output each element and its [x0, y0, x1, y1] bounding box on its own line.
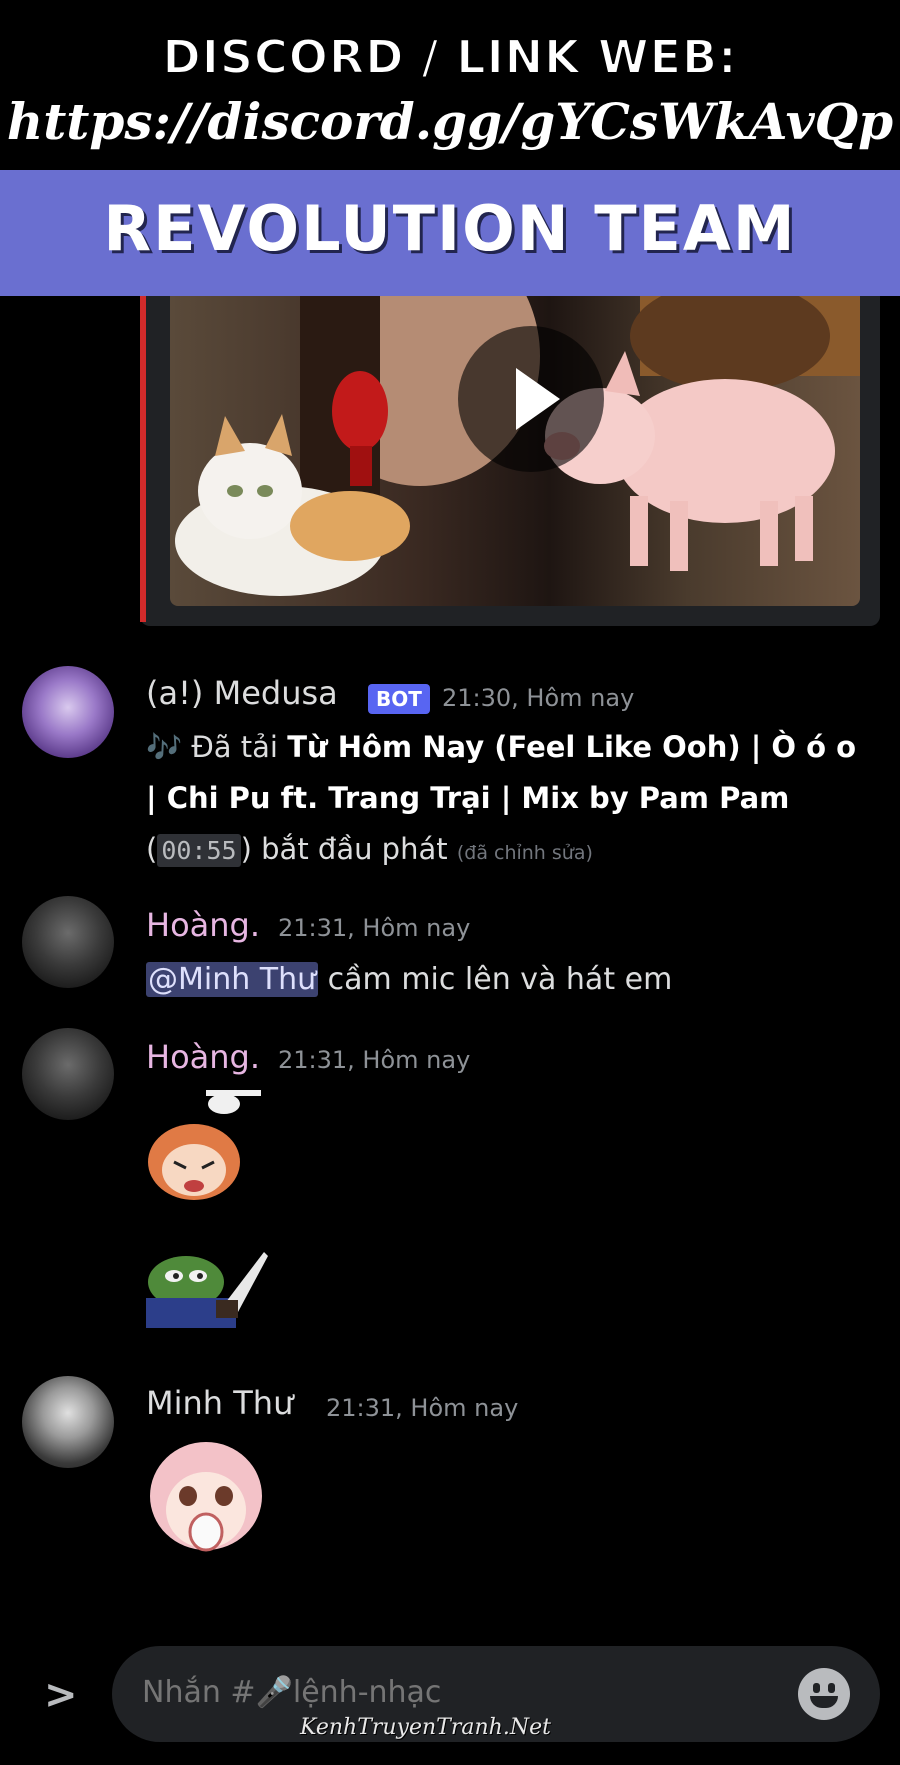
emoji-icon[interactable]: [798, 1668, 850, 1720]
play-button[interactable]: [458, 326, 604, 472]
avatar[interactable]: [22, 1376, 114, 1468]
message-hoang-2: Hoàng. 21:31, Hôm nay: [0, 1026, 900, 1328]
team-banner: REVOLUTION TEAM: [0, 170, 900, 296]
anime-girl-sticker[interactable]: [146, 1090, 266, 1200]
bot-badge: BOT: [368, 684, 430, 714]
watermark: KenhTruyenTranh.Net: [300, 1715, 551, 1740]
music-prefix: 🎶 Đã tải: [146, 730, 288, 764]
message-medusa: (a!) Medusa BOT 21:30, Hôm nay 🎶 Đã tải …: [0, 662, 900, 872]
video-embed: [140, 296, 880, 626]
avatar[interactable]: [22, 1028, 114, 1120]
edited-label: (đã chỉnh sửa): [456, 842, 593, 864]
duration-code: 00:55: [157, 834, 241, 867]
video-thumbnail[interactable]: [170, 296, 860, 606]
message-text: 🎶 Đã tải Từ Hôm Nay (Feel Like Ooh) | Ò …: [146, 730, 857, 867]
expand-chevron-icon[interactable]: >: [44, 1672, 78, 1718]
team-title: REVOLUTION TEAM: [103, 192, 797, 265]
message-body: cầm mic lên và hát em: [318, 962, 673, 997]
username[interactable]: Hoàng.: [146, 1038, 260, 1076]
pepe-knife-sticker[interactable]: [146, 1242, 268, 1332]
username[interactable]: Minh Thư: [146, 1384, 293, 1422]
username[interactable]: Hoàng.: [146, 906, 260, 944]
avatar[interactable]: [22, 896, 114, 988]
message-minh-thu: Minh Thư 21:31, Hôm nay: [0, 1374, 900, 1574]
anime-shout-sticker[interactable]: [146, 1440, 266, 1556]
banner-link[interactable]: https://discord.gg/gYCsWkAvQp: [0, 92, 900, 151]
message-hoang-1: Hoàng. 21:31, Hôm nay @Minh Thư cầm mic …: [0, 894, 900, 1004]
embed-accent-bar: [140, 296, 146, 622]
message-input[interactable]: [140, 1674, 764, 1711]
message-text: @Minh Thư cầm mic lên và hát em: [146, 954, 866, 1005]
banner-heading: DISCORD / LINK WEB:: [162, 29, 738, 85]
timestamp: 21:31, Hôm nay: [278, 914, 471, 942]
timestamp: 21:31, Hôm nay: [326, 1394, 519, 1422]
play-status: bắt đầu phát: [261, 832, 448, 866]
user-mention[interactable]: @Minh Thư: [146, 962, 319, 997]
timestamp: 21:31, Hôm nay: [278, 1046, 471, 1074]
username[interactable]: (a!) Medusa: [146, 674, 338, 712]
top-banner: DISCORD / LINK WEB: https://discord.gg/g…: [0, 0, 900, 170]
avatar[interactable]: [22, 666, 114, 758]
timestamp: 21:30, Hôm nay: [442, 684, 635, 712]
